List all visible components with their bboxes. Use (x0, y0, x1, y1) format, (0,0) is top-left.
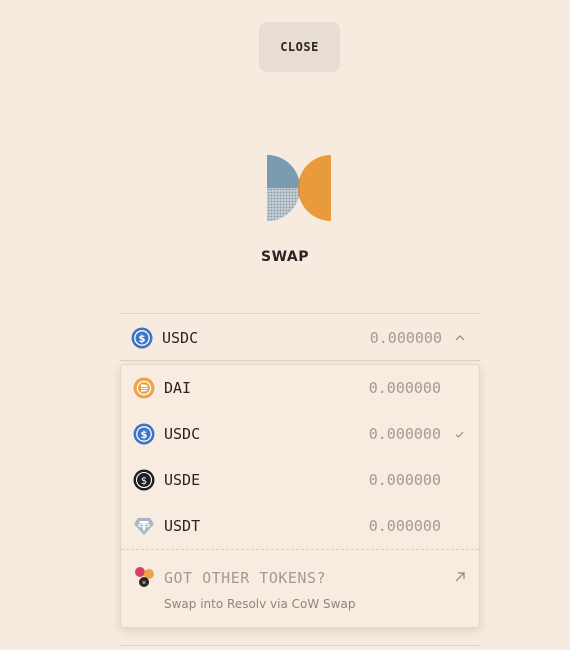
usdt-icon (133, 515, 155, 537)
checkmark-icon (449, 431, 469, 438)
dai-icon (133, 377, 155, 399)
other-tokens-title: GOT OTHER TOKENS? (164, 569, 327, 587)
usdc-icon: $ (131, 327, 153, 349)
token-balance: 0.000000 (368, 425, 441, 443)
external-link-icon (455, 572, 465, 582)
token-balance: 0.000000 (368, 379, 441, 397)
multi-token-icon: × (135, 567, 154, 587)
svg-text:$: $ (141, 430, 148, 441)
divider (121, 549, 479, 550)
token-dropdown: DAI 0.000000 $ USDC 0.000000 $ USDE 0.00… (120, 364, 480, 628)
svg-text:$: $ (139, 334, 146, 345)
svg-text:×: × (141, 580, 146, 587)
chevron-up-icon[interactable] (450, 335, 470, 341)
token-symbol: USDC (164, 425, 201, 443)
token-symbol: USDE (164, 471, 201, 489)
token-option-usde[interactable]: $ USDE 0.000000 (121, 457, 479, 503)
token-option-usdc[interactable]: $ USDC 0.000000 (121, 411, 479, 457)
divider (120, 313, 480, 314)
page-title: SWAP (261, 249, 309, 265)
selected-token-balance: 0.000000 (369, 329, 442, 347)
resolv-logo (267, 155, 331, 221)
selected-token-symbol: USDC (162, 329, 199, 347)
other-tokens-link[interactable]: × GOT OTHER TOKENS? Swap into Resolv via… (121, 551, 479, 627)
svg-text:$: $ (141, 476, 147, 487)
token-balance: 0.000000 (368, 471, 441, 489)
token-balance: 0.000000 (368, 517, 441, 535)
close-button[interactable]: CLOSE (259, 22, 340, 72)
other-tokens-subtitle: Swap into Resolv via CoW Swap (164, 597, 356, 611)
token-option-usdt[interactable]: USDT 0.000000 (121, 503, 479, 549)
divider (120, 360, 480, 361)
token-symbol: DAI (164, 379, 192, 397)
divider (120, 645, 480, 646)
token-symbol: USDT (164, 517, 201, 535)
usde-icon: $ (133, 469, 155, 491)
token-option-dai[interactable]: DAI 0.000000 (121, 365, 479, 411)
token-select[interactable]: $ USDC 0.000000 (120, 316, 480, 360)
usdc-icon: $ (133, 423, 155, 445)
